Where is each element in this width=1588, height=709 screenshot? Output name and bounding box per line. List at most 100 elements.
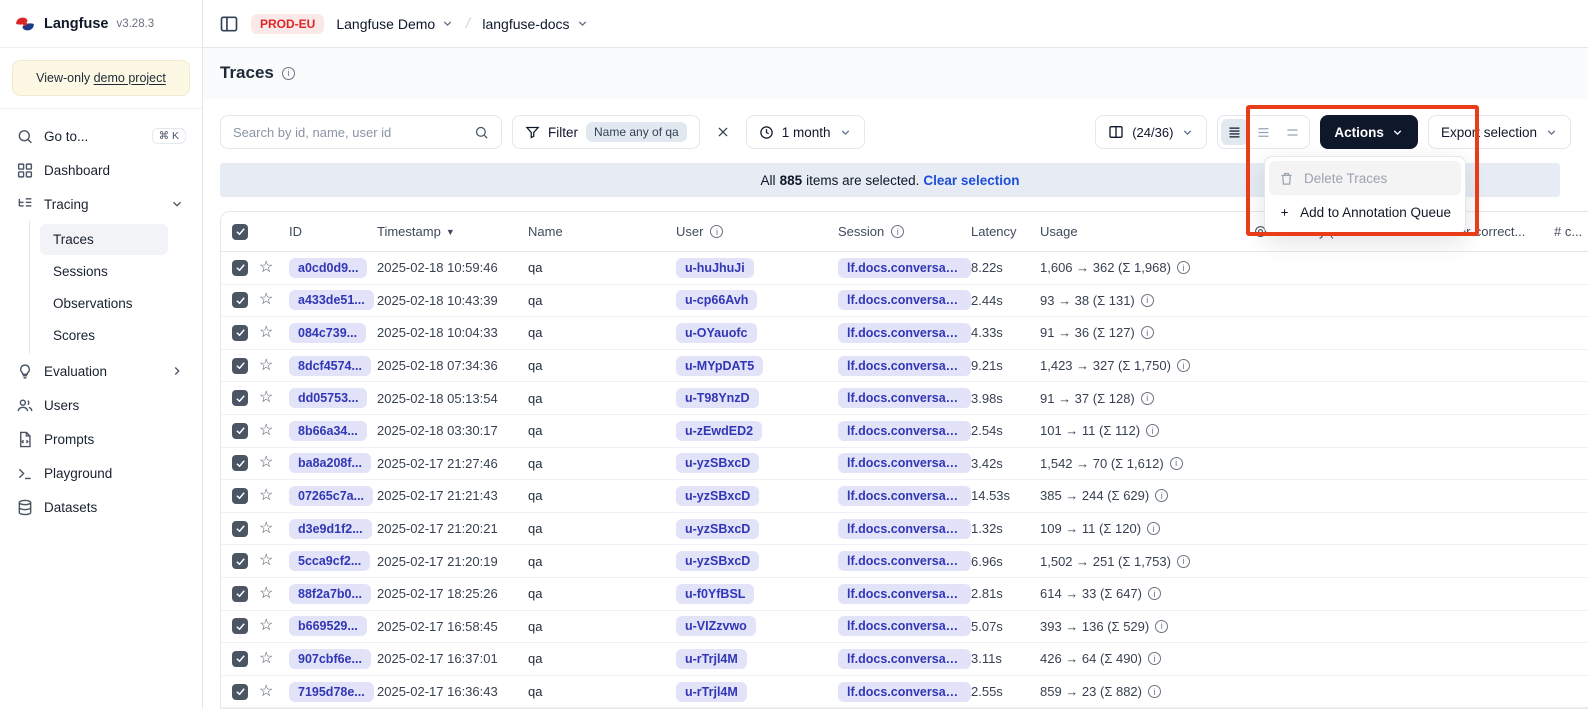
user-link[interactable]: u-zEwdED2 (676, 421, 762, 441)
trace-id-link[interactable]: 8b66a34... (289, 421, 367, 441)
column-header-usage[interactable]: Usage (1040, 224, 1254, 239)
session-link[interactable]: lf.docs.conversation... (838, 258, 971, 278)
user-link[interactable]: u-yzSBxcD (676, 453, 759, 473)
row-checkbox[interactable] (232, 423, 248, 439)
table-row[interactable]: ☆ 907cbf6e... 2025-02-17 16:37:01 qa u-r… (221, 643, 1588, 676)
trace-id-link[interactable]: a0cd0d9... (289, 258, 367, 278)
row-checkbox[interactable] (232, 521, 248, 537)
session-link[interactable]: lf.docs.conversation... (838, 682, 971, 702)
table-row[interactable]: ☆ 8b66a34... 2025-02-18 03:30:17 qa u-zE… (221, 415, 1588, 448)
sidebar-item-evaluation[interactable]: Evaluation (8, 354, 194, 388)
star-icon[interactable]: ☆ (259, 618, 273, 634)
user-link[interactable]: u-yzSBxcD (676, 551, 759, 571)
session-link[interactable]: lf.docs.conversation... (838, 551, 971, 571)
row-checkbox[interactable] (232, 553, 248, 569)
star-icon[interactable]: ☆ (259, 292, 273, 308)
star-icon[interactable]: ☆ (259, 358, 273, 374)
row-checkbox[interactable] (232, 618, 248, 634)
star-icon[interactable]: ☆ (259, 586, 273, 602)
table-row[interactable]: ☆ 07265c7a... 2025-02-17 21:21:43 qa u-y… (221, 480, 1588, 513)
sidebar-item-sessions[interactable]: Sessions (40, 256, 168, 287)
user-link[interactable]: u-rTrjl4M (676, 682, 747, 702)
user-link[interactable]: u-OYauofc (676, 323, 757, 343)
session-link[interactable]: lf.docs.conversation... (838, 323, 971, 343)
sidebar-item-traces[interactable]: Traces (40, 224, 168, 255)
search-input[interactable]: Search by id, name, user id (220, 115, 502, 149)
row-checkbox[interactable] (232, 292, 248, 308)
sidebar-item-users[interactable]: Users (8, 388, 194, 422)
star-icon[interactable]: ☆ (259, 684, 273, 700)
clear-selection-link[interactable]: Clear selection (923, 173, 1019, 188)
trace-id-link[interactable]: 084c739... (289, 323, 366, 343)
sidebar-item-datasets[interactable]: Datasets (8, 490, 194, 524)
row-checkbox[interactable] (232, 455, 248, 471)
trace-id-link[interactable]: ba8a208f... (289, 453, 371, 473)
select-all-checkbox[interactable] (232, 224, 248, 240)
sidebar-item-observations[interactable]: Observations (40, 288, 168, 319)
table-row[interactable]: ☆ b669529... 2025-02-17 16:58:45 qa u-VI… (221, 611, 1588, 644)
table-row[interactable]: ☆ 084c739... 2025-02-18 10:04:33 qa u-OY… (221, 317, 1588, 350)
table-row[interactable]: ☆ a433de51... 2025-02-18 10:43:39 qa u-c… (221, 285, 1588, 318)
trace-id-link[interactable]: 8dcf4574... (289, 356, 371, 376)
sidebar-toggle-icon[interactable] (219, 14, 239, 34)
table-row[interactable]: ☆ 7195d78e... 2025-02-17 16:36:43 qa u-r… (221, 676, 1588, 709)
star-icon[interactable]: ☆ (259, 553, 273, 569)
session-link[interactable]: lf.docs.conversation... (838, 421, 971, 441)
user-link[interactable]: u-rTrjl4M (676, 649, 747, 669)
user-link[interactable]: u-yzSBxcD (676, 519, 759, 539)
user-link[interactable]: u-T98YnzD (676, 388, 759, 408)
column-header-id[interactable]: ID (289, 224, 377, 239)
column-header-timestamp[interactable]: Timestamp▼ (377, 224, 528, 239)
sidebar-item-tracing[interactable]: Tracing (8, 187, 194, 221)
row-checkbox[interactable] (232, 684, 248, 700)
column-header-user[interactable]: Useri (676, 224, 838, 239)
user-link[interactable]: u-huJhuJi (676, 258, 754, 278)
trace-id-link[interactable]: dd05753... (289, 388, 367, 408)
table-row[interactable]: ☆ 8dcf4574... 2025-02-18 07:34:36 qa u-M… (221, 350, 1588, 383)
trace-id-link[interactable]: b669529... (289, 616, 367, 636)
star-icon[interactable]: ☆ (259, 325, 273, 341)
table-row[interactable]: ☆ 88f2a7b0... 2025-02-17 18:25:26 qa u-f… (221, 578, 1588, 611)
export-selection-button[interactable]: Export selection (1428, 115, 1571, 149)
star-icon[interactable]: ☆ (259, 651, 273, 667)
sidebar-item-prompts[interactable]: Prompts (8, 422, 194, 456)
clear-filter-button[interactable] (710, 119, 736, 145)
filter-button[interactable]: Filter Name any of qa (512, 115, 700, 149)
trace-id-link[interactable]: 07265c7a... (289, 486, 373, 506)
time-range-button[interactable]: 1 month (746, 115, 865, 149)
star-icon[interactable]: ☆ (259, 521, 273, 537)
user-link[interactable]: u-yzSBxcD (676, 486, 759, 506)
session-link[interactable]: lf.docs.conversation... (838, 388, 971, 408)
trace-id-link[interactable]: 907cbf6e... (289, 649, 371, 669)
table-row[interactable]: ☆ ba8a208f... 2025-02-17 21:27:46 qa u-y… (221, 448, 1588, 481)
row-checkbox[interactable] (232, 260, 248, 276)
row-checkbox[interactable] (232, 651, 248, 667)
trace-id-link[interactable]: a433de51... (289, 290, 374, 310)
demo-project-link[interactable]: demo project (94, 71, 166, 85)
session-link[interactable]: lf.docs.conversation... (838, 616, 971, 636)
column-header-name[interactable]: Name (528, 224, 676, 239)
row-checkbox[interactable] (232, 586, 248, 602)
row-checkbox[interactable] (232, 488, 248, 504)
session-link[interactable]: lf.docs.conversation... (838, 584, 971, 604)
column-header-truncated[interactable]: # c... (1554, 224, 1588, 239)
star-icon[interactable]: ☆ (259, 390, 273, 406)
session-link[interactable]: lf.docs.conversation... (838, 649, 971, 669)
session-link[interactable]: lf.docs.conversation... (838, 486, 971, 506)
session-link[interactable]: lf.docs.conversation... (838, 519, 971, 539)
menu-item-delete-traces[interactable]: Delete Traces (1269, 161, 1461, 195)
user-link[interactable]: u-VIZzvwo (676, 616, 756, 636)
sidebar-item-dashboard[interactable]: Dashboard (8, 153, 194, 187)
star-icon[interactable]: ☆ (259, 260, 273, 276)
table-row[interactable]: ☆ d3e9d1f2... 2025-02-17 21:20:21 qa u-y… (221, 513, 1588, 546)
trace-id-link[interactable]: 5cca9cf2... (289, 551, 370, 571)
trace-id-link[interactable]: d3e9d1f2... (289, 519, 372, 539)
table-row[interactable]: ☆ dd05753... 2025-02-18 05:13:54 qa u-T9… (221, 382, 1588, 415)
row-height-large-button[interactable] (1279, 119, 1306, 145)
column-header-session[interactable]: Sessioni (838, 224, 971, 239)
star-icon[interactable]: ☆ (259, 488, 273, 504)
table-row[interactable]: ☆ a0cd0d9... 2025-02-18 10:59:46 qa u-hu… (221, 252, 1588, 285)
row-checkbox[interactable] (232, 325, 248, 341)
actions-button[interactable]: Actions (1320, 115, 1418, 149)
column-header-latency[interactable]: Latency (971, 224, 1040, 239)
